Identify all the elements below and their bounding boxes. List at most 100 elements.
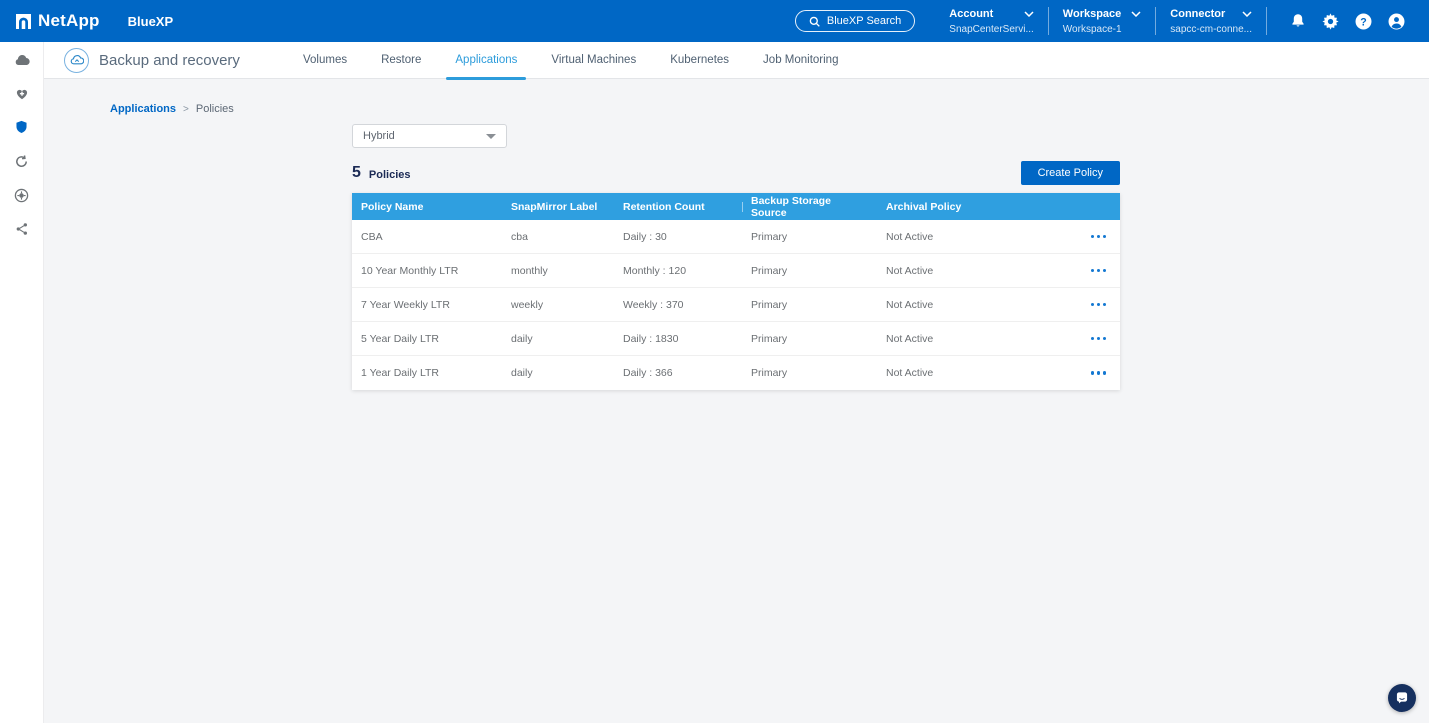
cell-archival-policy: Not Active [877, 265, 1077, 277]
chevron-down-icon [486, 134, 496, 139]
policy-type-dropdown[interactable]: Hybrid [352, 124, 507, 148]
column-header-snapmirror-label[interactable]: SnapMirror Label [502, 201, 614, 213]
settings-gear-icon[interactable] [1314, 13, 1347, 30]
service-header: Backup and recovery Volumes Restore Appl… [44, 42, 1429, 79]
table-row: 5 Year Daily LTR daily Daily : 1830 Prim… [352, 322, 1120, 356]
left-nav-sidebar [0, 42, 44, 723]
page-title: Backup and recovery [99, 52, 240, 69]
shield-protection-icon [15, 120, 28, 135]
connector-label: Connector [1170, 8, 1225, 20]
table-row: 7 Year Weekly LTR weekly Weekly : 370 Pr… [352, 288, 1120, 322]
policies-panel: 5 Policies Create Policy Policy Name Sna… [352, 161, 1120, 390]
sidebar-item-protection[interactable] [0, 110, 44, 144]
service-tabs: Volumes Restore Applications Virtual Mac… [286, 42, 855, 78]
circled-gear-icon [14, 188, 29, 203]
breadcrumb: Applications > Policies [110, 103, 234, 115]
policies-count: 5 [352, 164, 361, 182]
netapp-brand[interactable]: NetApp [16, 11, 100, 31]
cell-policy-name: 10 Year Monthly LTR [352, 265, 502, 277]
user-account-icon[interactable] [1380, 13, 1413, 30]
cell-policy-name: 7 Year Weekly LTR [352, 299, 502, 311]
connector-menu[interactable]: Connector sapcc-cm-conne... [1156, 8, 1266, 35]
breadcrumb-applications-link[interactable]: Applications [110, 103, 176, 115]
cell-backup-storage-source: Primary [742, 367, 877, 379]
column-header-backup-storage-source[interactable]: Backup Storage Source [742, 195, 877, 219]
cell-policy-name: 5 Year Daily LTR [352, 333, 502, 345]
sidebar-item-mobility[interactable] [0, 144, 44, 178]
column-header-retention-count[interactable]: Retention Count [614, 201, 742, 213]
topbar: NetApp BlueXP BlueXP Search Account Snap… [0, 0, 1429, 42]
account-menu[interactable]: Account SnapCenterServi... [935, 8, 1048, 35]
table-row: CBA cba Daily : 30 Primary Not Active [352, 220, 1120, 254]
row-actions-menu-icon[interactable] [1077, 337, 1120, 341]
bluexp-search[interactable]: BlueXP Search [795, 10, 915, 32]
account-label: Account [949, 8, 993, 20]
tab-kubernetes[interactable]: Kubernetes [653, 42, 746, 78]
sidebar-item-extensions[interactable] [0, 212, 44, 246]
notifications-bell-icon[interactable] [1281, 13, 1314, 29]
row-actions-menu-icon[interactable] [1077, 269, 1120, 273]
share-nodes-icon [15, 222, 29, 236]
chevron-down-icon [1024, 11, 1034, 17]
policies-count-label: Policies [369, 169, 411, 181]
chevron-down-icon [1242, 11, 1252, 17]
cell-snapmirror-label: daily [502, 367, 614, 379]
backup-recovery-service-icon [64, 48, 89, 73]
product-name: BlueXP [128, 14, 174, 29]
row-actions-menu-icon[interactable] [1077, 371, 1120, 375]
svg-text:?: ? [1360, 16, 1366, 28]
create-policy-button[interactable]: Create Policy [1021, 161, 1120, 185]
account-value: SnapCenterServi... [949, 24, 1034, 35]
brand-name: NetApp [38, 11, 100, 31]
cell-retention-count: Daily : 30 [614, 231, 742, 243]
tab-volumes[interactable]: Volumes [286, 42, 364, 78]
cell-backup-storage-source: Primary [742, 333, 877, 345]
sidebar-item-storage[interactable] [0, 42, 44, 76]
tab-job-monitoring[interactable]: Job Monitoring [746, 42, 855, 78]
policies-table: Policy Name SnapMirror Label Retention C… [352, 193, 1120, 390]
cell-backup-storage-source: Primary [742, 265, 877, 277]
cell-snapmirror-label: monthly [502, 265, 614, 277]
cell-policy-name: 1 Year Daily LTR [352, 367, 502, 379]
health-heart-icon [15, 87, 29, 100]
help-icon[interactable]: ? [1347, 13, 1380, 30]
cell-retention-count: Daily : 1830 [614, 333, 742, 345]
chat-support-button[interactable] [1388, 684, 1416, 712]
workspace-menu[interactable]: Workspace Workspace-1 [1049, 8, 1156, 35]
tab-virtual-machines[interactable]: Virtual Machines [534, 42, 653, 78]
column-header-archival-policy[interactable]: Archival Policy [877, 201, 1077, 213]
search-label: BlueXP Search [827, 15, 901, 27]
tab-applications[interactable]: Applications [438, 42, 534, 78]
netapp-logo-icon [16, 14, 31, 29]
table-row: 1 Year Daily LTR daily Daily : 366 Prima… [352, 356, 1120, 390]
column-header-policy-name[interactable]: Policy Name [352, 201, 502, 213]
table-row: 10 Year Monthly LTR monthly Monthly : 12… [352, 254, 1120, 288]
cell-snapmirror-label: cba [502, 231, 614, 243]
table-header-row: Policy Name SnapMirror Label Retention C… [352, 193, 1120, 220]
search-icon [809, 16, 820, 27]
divider [1266, 7, 1267, 35]
connector-value: sapcc-cm-conne... [1170, 24, 1252, 35]
workspace-label: Workspace [1063, 8, 1122, 20]
cell-snapmirror-label: daily [502, 333, 614, 345]
chat-bubble-icon [1395, 691, 1409, 705]
chevron-down-icon [1131, 11, 1141, 17]
cell-policy-name: CBA [352, 231, 502, 243]
cloud-sync-icon [14, 154, 29, 169]
breadcrumb-current: Policies [196, 103, 234, 115]
cell-archival-policy: Not Active [877, 299, 1077, 311]
tab-restore[interactable]: Restore [364, 42, 438, 78]
cell-retention-count: Weekly : 370 [614, 299, 742, 311]
cell-archival-policy: Not Active [877, 367, 1077, 379]
breadcrumb-separator: > [183, 104, 189, 115]
cell-archival-policy: Not Active [877, 231, 1077, 243]
service-identity: Backup and recovery [44, 42, 272, 78]
row-actions-menu-icon[interactable] [1077, 303, 1120, 307]
workspace-value: Workspace-1 [1063, 24, 1142, 35]
cell-snapmirror-label: weekly [502, 299, 614, 311]
row-actions-menu-icon[interactable] [1077, 235, 1120, 239]
sidebar-item-governance[interactable] [0, 178, 44, 212]
cell-retention-count: Monthly : 120 [614, 265, 742, 277]
policy-type-dropdown-value: Hybrid [363, 130, 395, 142]
sidebar-item-health[interactable] [0, 76, 44, 110]
